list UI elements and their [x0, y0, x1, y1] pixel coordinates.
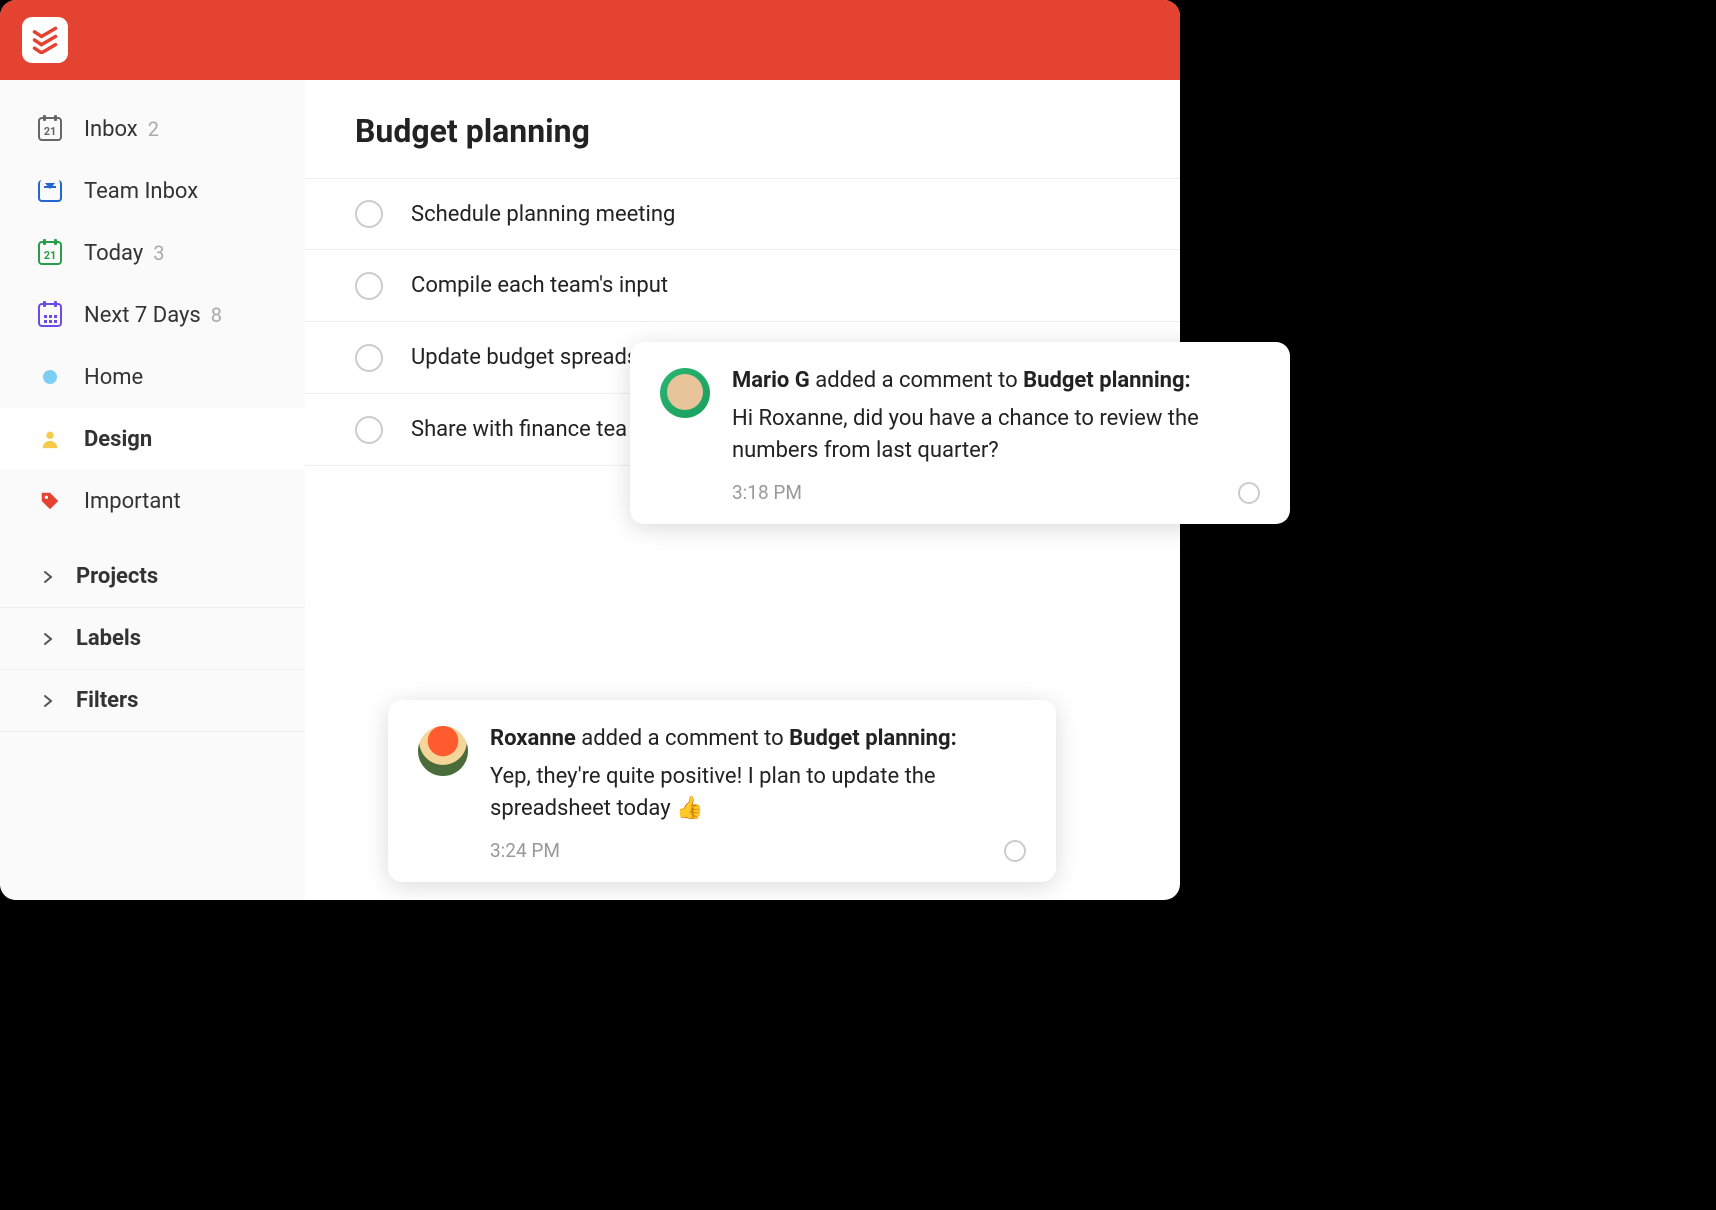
notification-mark-read[interactable]	[1004, 840, 1026, 862]
today-icon: 21	[36, 239, 64, 267]
notification-header: Mario G added a comment to Budget planni…	[732, 368, 1224, 393]
sidebar-item-label: Design	[84, 427, 152, 452]
avatar	[660, 368, 710, 418]
next7days-icon	[36, 301, 64, 329]
sidebar-item-label: Today	[84, 241, 143, 266]
page-title: Budget planning	[305, 112, 1180, 150]
sidebar-section-filters[interactable]: Filters	[0, 670, 305, 732]
sidebar-item-count: 2	[148, 117, 159, 141]
notification-target: Budget planning:	[789, 726, 957, 751]
sidebar-section-label: Labels	[76, 626, 141, 651]
sidebar-item-team-inbox[interactable]: Team Inbox	[0, 160, 305, 222]
avatar	[418, 726, 468, 776]
home-project-icon	[36, 363, 64, 391]
task-label: Share with finance tea	[411, 417, 627, 442]
chevron-right-icon	[40, 569, 56, 585]
task-checkbox[interactable]	[355, 272, 383, 300]
task-checkbox[interactable]	[355, 344, 383, 372]
team-inbox-icon	[36, 177, 64, 205]
inbox-icon: 21	[36, 115, 64, 143]
app-logo[interactable]	[22, 17, 68, 63]
sidebar-item-next7days[interactable]: Next 7 Days 8	[0, 284, 305, 346]
notification-target: Budget planning:	[1023, 368, 1191, 393]
chevron-right-icon	[40, 693, 56, 709]
sidebar-item-count: 3	[153, 241, 164, 265]
sidebar-item-count: 8	[211, 303, 222, 327]
sidebar-section-label: Projects	[76, 564, 158, 589]
notification-action: added a comment to	[576, 726, 789, 751]
sidebar-item-label: Team Inbox	[84, 179, 198, 204]
sidebar-item-important[interactable]: Important	[0, 470, 305, 532]
task-checkbox[interactable]	[355, 200, 383, 228]
sidebar-item-home[interactable]: Home	[0, 346, 305, 408]
task-label: Schedule planning meeting	[411, 202, 675, 227]
task-row[interactable]: Schedule planning meeting	[305, 178, 1180, 250]
sidebar-item-today[interactable]: 21 Today 3	[0, 222, 305, 284]
sidebar-section-labels[interactable]: Labels	[0, 608, 305, 670]
notification-message: Yep, they're quite positive! I plan to u…	[490, 761, 990, 825]
sidebar-section-label: Filters	[76, 688, 138, 713]
sidebar: 21 Inbox 2 Team Inbox 21 Today 3 Next 7 …	[0, 80, 305, 900]
sidebar-item-inbox[interactable]: 21 Inbox 2	[0, 98, 305, 160]
task-label: Compile each team's input	[411, 273, 668, 298]
tag-icon	[36, 487, 64, 515]
notification-message: Hi Roxanne, did you have a chance to rev…	[732, 403, 1224, 467]
task-checkbox[interactable]	[355, 416, 383, 444]
sidebar-item-label: Important	[84, 489, 181, 514]
person-icon	[36, 425, 64, 453]
todoist-logo-icon	[31, 26, 59, 54]
sidebar-item-label: Next 7 Days	[84, 303, 201, 328]
notification-action: added a comment to	[810, 368, 1023, 393]
sidebar-item-design[interactable]: Design	[0, 408, 305, 470]
task-row[interactable]: Compile each team's input	[305, 250, 1180, 322]
notification-header: Roxanne added a comment to Budget planni…	[490, 726, 990, 751]
notification-mark-read[interactable]	[1238, 482, 1260, 504]
notification-time: 3:24 PM	[490, 839, 990, 862]
notification-card[interactable]: Roxanne added a comment to Budget planni…	[388, 700, 1056, 882]
notification-card[interactable]: Mario G added a comment to Budget planni…	[630, 342, 1290, 524]
notification-time: 3:18 PM	[732, 481, 1224, 504]
sidebar-item-label: Home	[84, 365, 143, 390]
top-bar	[0, 0, 1180, 80]
notification-author: Mario G	[732, 368, 810, 393]
sidebar-section-projects[interactable]: Projects	[0, 546, 305, 608]
chevron-right-icon	[40, 631, 56, 647]
notification-author: Roxanne	[490, 726, 576, 751]
sidebar-item-label: Inbox	[84, 117, 138, 142]
